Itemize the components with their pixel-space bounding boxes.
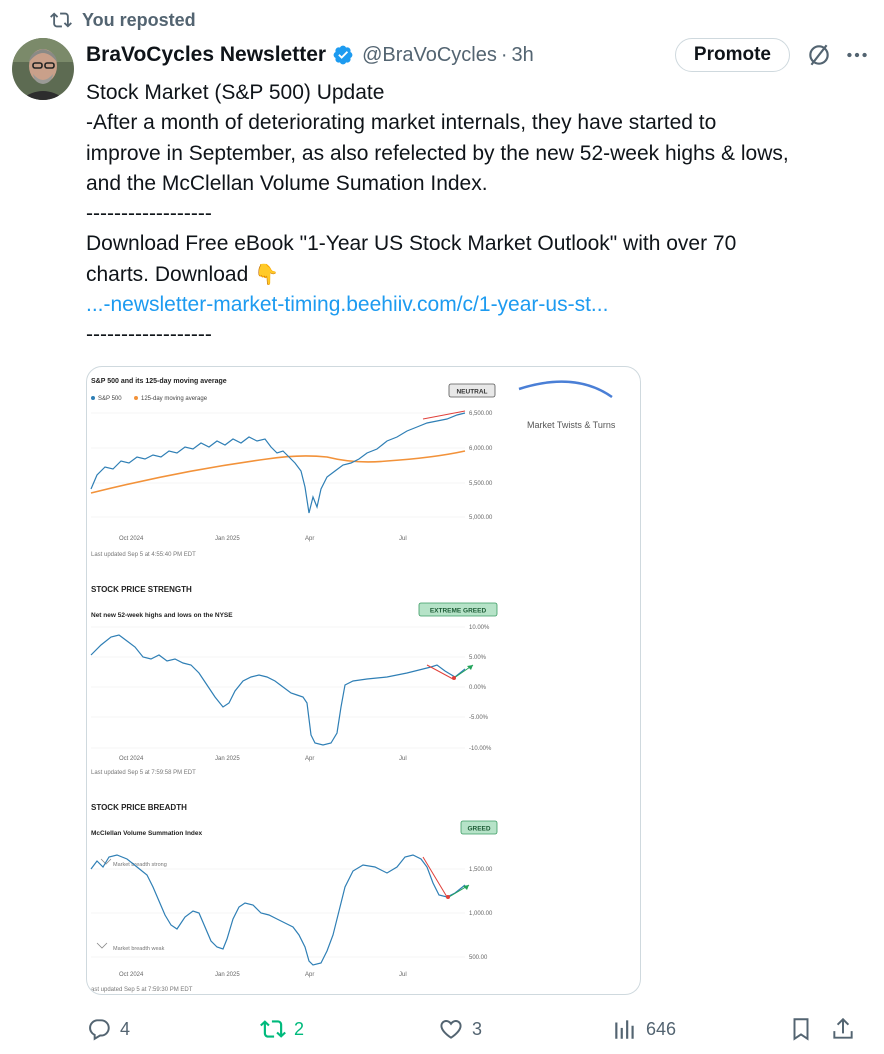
y-tick: 5.00%: [469, 655, 487, 661]
x-tick: Jul: [399, 972, 407, 978]
y-tick: 5,000.00: [469, 515, 493, 521]
panel1-badge: NEUTRAL: [456, 389, 487, 396]
panel2-title: Net new 52-week highs and lows on the NY…: [91, 612, 233, 619]
panel1-title: S&P 500 and its 125-day moving average: [91, 378, 227, 385]
x-tick: Jan 2025: [215, 756, 240, 762]
x-tick: Apr: [305, 972, 314, 978]
highs-lows-line: [90, 634, 466, 746]
author-name[interactable]: BraVoCycles Newsletter: [86, 43, 326, 67]
views-chart-icon: [615, 1020, 634, 1039]
repost-icon: [50, 12, 72, 28]
sp500-line: [90, 412, 466, 514]
x-tick: Oct 2024: [119, 972, 144, 978]
share-button[interactable]: [830, 1010, 856, 1048]
more-options-icon[interactable]: [844, 42, 870, 68]
views-count: 646: [646, 1018, 677, 1039]
y-tick: -10.00%: [469, 746, 492, 752]
y-tick: 0.00%: [469, 685, 487, 691]
action-bar: 4 2 3 646: [86, 1010, 870, 1048]
legend-ma: 125-day moving average: [141, 396, 208, 402]
y-tick: 6,000.00: [469, 446, 493, 452]
x-tick: Oct 2024: [119, 536, 144, 542]
post-line: and the McClellan Volume Sumation Index.: [86, 171, 488, 195]
post-time[interactable]: 3h: [512, 44, 534, 67]
y-tick: -5.00%: [469, 715, 489, 721]
repost-button[interactable]: 2: [260, 1010, 304, 1048]
panel1-updated: Last updated Sep 5 at 4:55:40 PM EDT: [91, 552, 196, 558]
annotation-strong: Market breadth strong: [113, 862, 167, 868]
author-handle[interactable]: @BraVoCycles: [362, 44, 497, 67]
like-count: 3: [472, 1018, 483, 1039]
like-button[interactable]: 3: [438, 1010, 482, 1048]
post-divider: ------------------: [86, 202, 212, 226]
y-tick: 1,000.00: [469, 911, 493, 917]
heart-icon: [440, 1020, 462, 1039]
post-header: BraVoCycles Newsletter @BraVoCycles · 3h…: [86, 38, 870, 72]
reply-icon: [89, 1019, 110, 1041]
x-tick: Apr: [305, 536, 314, 542]
grok-icon[interactable]: [806, 42, 832, 68]
brand-logo-icon: [518, 380, 613, 399]
panel2-updated: Last updated Sep 5 at 7:59:58 PM EDT: [91, 770, 196, 776]
post-line: -After a month of deteriorating market i…: [86, 111, 717, 135]
panel2-badge: EXTREME GREED: [430, 608, 487, 615]
bookmark-icon: [793, 1018, 809, 1041]
y-tick: 10.00%: [469, 625, 490, 631]
verified-badge-icon: [333, 45, 353, 65]
post-line: Download Free eBook "1-Year US Stock Mar…: [86, 232, 737, 256]
post-image[interactable]: Market Twists & Turns S&P 500 and its 12…: [86, 366, 641, 995]
panel3-title: McClellan Volume Summation Index: [91, 830, 203, 837]
repost-banner[interactable]: You reposted: [50, 8, 196, 32]
avatar[interactable]: [12, 38, 74, 100]
post-line-with-emoji: charts. Download 👇: [86, 260, 876, 290]
panel2-section: STOCK PRICE STRENGTH: [91, 585, 192, 594]
bookmark-button[interactable]: [788, 1010, 814, 1048]
panel3-badge: GREED: [467, 826, 490, 833]
post-link[interactable]: ...-newsletter-market-timing.beehiiv.com…: [86, 290, 876, 320]
x-tick: Jul: [399, 536, 407, 542]
reply-button[interactable]: 4: [86, 1010, 130, 1048]
x-tick: Oct 2024: [119, 756, 144, 762]
x-tick: Jul: [399, 756, 407, 762]
pointing-down-icon: 👇: [254, 263, 279, 286]
y-tick: 1,500.00: [469, 867, 493, 873]
panel3-updated: ast updated Sep 5 at 7:59:30 PM EDT: [91, 987, 193, 993]
x-tick: Jan 2025: [215, 536, 240, 542]
y-tick: 5,500.00: [469, 481, 493, 487]
brand-name: Market Twists & Turns: [527, 420, 616, 430]
views-button[interactable]: 646: [612, 1010, 676, 1048]
repost-banner-label: You reposted: [82, 9, 196, 30]
separator-dot: ·: [500, 43, 508, 66]
legend-sp500: S&P 500: [98, 396, 122, 402]
repost-count: 2: [294, 1018, 305, 1039]
share-icon: [833, 1017, 853, 1039]
panel3-section: STOCK PRICE BREADTH: [91, 803, 187, 812]
post-line: Stock Market (S&P 500) Update: [86, 81, 385, 104]
y-tick: 500.00: [469, 955, 488, 961]
repost-icon: [260, 1020, 286, 1038]
post-body: Stock Market (S&P 500) Update -After a m…: [86, 78, 876, 351]
post-line: charts. Download: [86, 262, 249, 286]
reply-count: 4: [120, 1018, 131, 1039]
post-line: improve in September, as also refelected…: [86, 141, 789, 165]
y-tick: 6,500.00: [469, 411, 493, 417]
x-tick: Apr: [305, 756, 314, 762]
annotation-weak: Market breadth weak: [113, 946, 165, 952]
promote-button[interactable]: Promote: [674, 38, 790, 72]
x-tick: Jan 2025: [215, 972, 240, 978]
post-divider: ------------------: [86, 323, 212, 347]
